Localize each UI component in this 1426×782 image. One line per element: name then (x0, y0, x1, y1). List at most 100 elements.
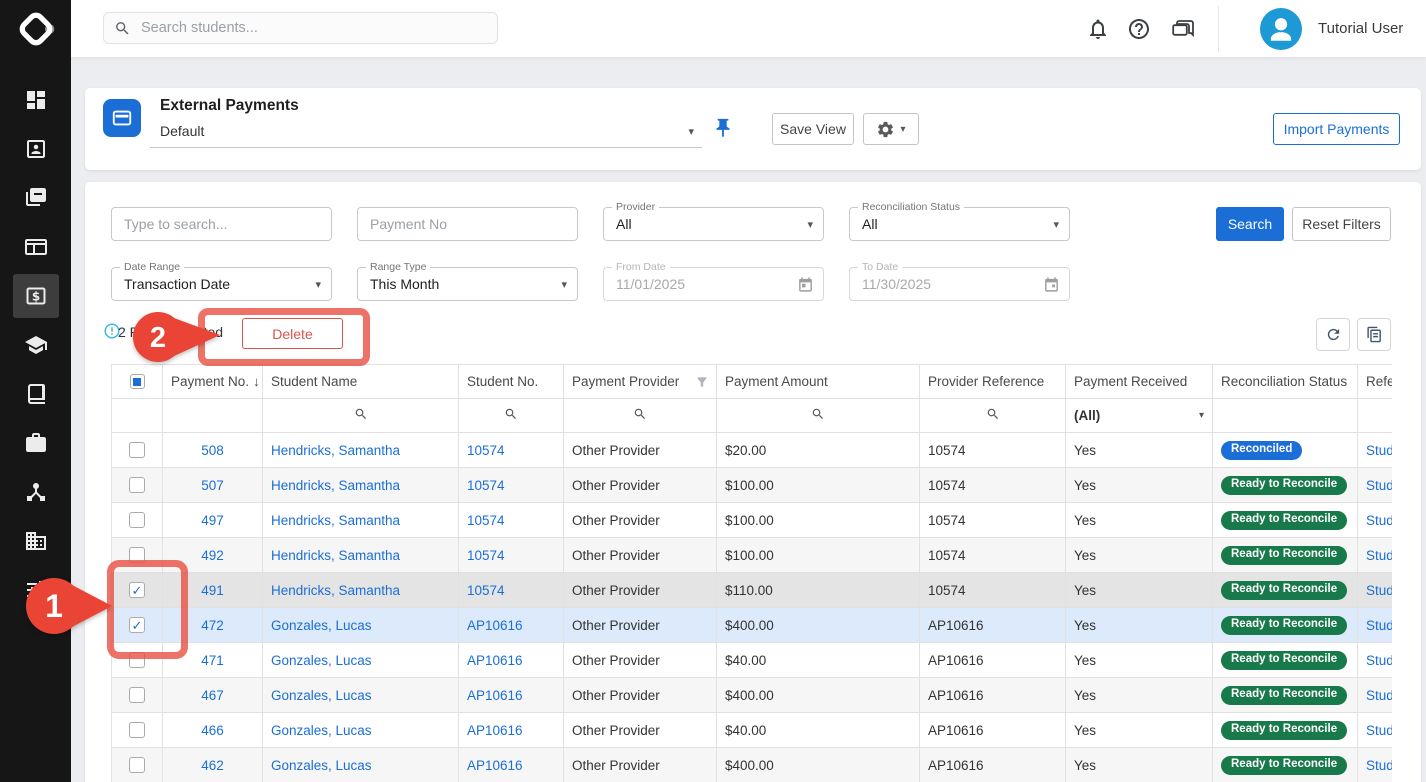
save-view-button[interactable]: Save View (772, 113, 854, 145)
payment-no-link[interactable]: 462 (201, 758, 224, 773)
filter-cell-student_no[interactable] (459, 399, 564, 433)
sidebar-item-organization[interactable] (13, 519, 59, 563)
student-no-link[interactable]: AP10616 (467, 688, 523, 703)
row-checkbox[interactable] (129, 722, 145, 738)
reconciliation-status-select[interactable]: Reconciliation Status All ▾ (849, 207, 1070, 241)
row-checkbox[interactable] (129, 757, 145, 773)
col-header-provider[interactable]: Payment Provider (564, 365, 717, 399)
reference-link[interactable]: Stude (1366, 548, 1392, 563)
row-checkbox[interactable] (129, 442, 145, 458)
student-name-link[interactable]: Hendricks, Samantha (271, 443, 400, 458)
user-name[interactable]: Tutorial User (1318, 20, 1403, 37)
refresh-button[interactable] (1316, 318, 1350, 351)
col-header-student_no[interactable]: Student No. (459, 365, 564, 399)
student-no-link[interactable]: AP10616 (467, 758, 523, 773)
view-selector[interactable]: Default ▾ (150, 118, 702, 148)
date-range-select[interactable]: Date Range Transaction Date ▾ (111, 267, 332, 301)
student-name-link[interactable]: Hendricks, Samantha (271, 478, 400, 493)
sidebar-item-dashboard[interactable] (13, 78, 59, 122)
payment-no-link[interactable]: 471 (201, 653, 224, 668)
filter-cell-student_name[interactable] (263, 399, 459, 433)
row-checkbox[interactable] (129, 477, 145, 493)
sidebar-item-academics[interactable] (13, 323, 59, 367)
col-header-amount[interactable]: Payment Amount (717, 365, 920, 399)
global-search[interactable] (103, 12, 498, 44)
student-name-link[interactable]: Gonzales, Lucas (271, 688, 372, 703)
sidebar-item-briefcase[interactable] (13, 421, 59, 465)
filter-cell-amount[interactable] (717, 399, 920, 433)
payment-no-link[interactable]: 472 (201, 618, 224, 633)
row-checkbox[interactable]: ✓ (129, 617, 145, 633)
export-copy-button[interactable] (1357, 318, 1391, 351)
student-no-link[interactable]: 10574 (467, 548, 505, 563)
grid-search-input[interactable] (111, 207, 332, 241)
sidebar-item-settings[interactable] (13, 568, 59, 612)
messages-button[interactable] (1170, 17, 1194, 41)
student-name-link[interactable]: Hendricks, Samantha (271, 513, 400, 528)
reference-link[interactable]: Stude (1366, 723, 1392, 738)
student-no-link[interactable]: AP10616 (467, 618, 523, 633)
row-checkbox[interactable] (129, 547, 145, 563)
reference-link[interactable]: Stude (1366, 618, 1392, 633)
reference-link[interactable]: Stude (1366, 758, 1392, 773)
sidebar-item-pages[interactable] (13, 176, 59, 220)
from-date-field[interactable]: From Date 11/01/2025 (603, 267, 824, 301)
student-name-link[interactable]: Gonzales, Lucas (271, 723, 372, 738)
payment-no-link[interactable]: 492 (201, 548, 224, 563)
range-type-select[interactable]: Range Type This Month ▾ (357, 267, 578, 301)
delete-button[interactable]: Delete (242, 318, 343, 349)
row-checkbox[interactable] (129, 687, 145, 703)
reference-link[interactable]: Stude (1366, 653, 1392, 668)
filter-cell-provider[interactable] (564, 399, 717, 433)
reference-link[interactable]: Stude (1366, 583, 1392, 598)
reference-link[interactable]: Stude (1366, 688, 1392, 703)
reset-filters-button[interactable]: Reset Filters (1292, 207, 1391, 241)
notifications-button[interactable] (1086, 17, 1110, 41)
import-payments-button[interactable]: Import Payments (1273, 113, 1400, 145)
student-no-link[interactable]: AP10616 (467, 723, 523, 738)
col-header-student_name[interactable]: Student Name (263, 365, 459, 399)
reference-link[interactable]: Stude (1366, 478, 1392, 493)
sidebar-item-network[interactable] (13, 470, 59, 514)
filter-cell-provider_ref[interactable] (920, 399, 1066, 433)
search-button[interactable]: Search (1216, 207, 1284, 241)
student-no-link[interactable]: 10574 (467, 443, 505, 458)
student-name-link[interactable]: Gonzales, Lucas (271, 618, 372, 633)
row-checkbox[interactable] (129, 512, 145, 528)
payment-no-input[interactable] (357, 207, 578, 241)
payment-no-link[interactable]: 507 (201, 478, 224, 493)
reference-link[interactable]: Stude (1366, 443, 1392, 458)
student-name-link[interactable]: Hendricks, Samantha (271, 548, 400, 563)
provider-select[interactable]: Provider All ▾ (603, 207, 824, 241)
row-checkbox[interactable] (129, 652, 145, 668)
col-header-status[interactable]: Reconciliation Status (1213, 365, 1358, 399)
sidebar-item-layout[interactable] (13, 225, 59, 269)
to-date-field[interactable]: To Date 11/30/2025 (849, 267, 1070, 301)
payment-no-link[interactable]: 497 (201, 513, 224, 528)
col-header-received[interactable]: Payment Received (1066, 365, 1213, 399)
student-no-link[interactable]: 10574 (467, 513, 505, 528)
payment-no-link[interactable]: 491 (201, 583, 224, 598)
student-no-link[interactable]: AP10616 (467, 653, 523, 668)
help-button[interactable] (1127, 17, 1151, 41)
col-header-provider_ref[interactable]: Provider Reference (920, 365, 1066, 399)
student-no-link[interactable]: 10574 (467, 478, 505, 493)
payment-no-link[interactable]: 508 (201, 443, 224, 458)
sidebar-item-contacts[interactable] (13, 127, 59, 171)
student-no-link[interactable]: 10574 (467, 583, 505, 598)
col-header-payment-no[interactable]: Payment No.↓ (163, 365, 263, 399)
student-name-link[interactable]: Gonzales, Lucas (271, 653, 372, 668)
user-avatar[interactable] (1260, 8, 1302, 50)
row-checkbox[interactable]: ✓ (129, 582, 145, 598)
view-settings-button[interactable]: ▾ (863, 113, 919, 145)
sidebar-item-payments[interactable]: $ (13, 274, 59, 318)
col-header-reference[interactable]: Refer (1358, 365, 1393, 399)
payment-no-link[interactable]: 467 (201, 688, 224, 703)
filter-cell-received[interactable]: (All)▾ (1066, 399, 1213, 433)
student-name-link[interactable]: Gonzales, Lucas (271, 758, 372, 773)
reference-link[interactable]: Stude (1366, 513, 1392, 528)
app-logo[interactable] (0, 0, 71, 58)
student-name-link[interactable]: Hendricks, Samantha (271, 583, 400, 598)
sidebar-item-library[interactable] (13, 372, 59, 416)
pin-view-button[interactable] (712, 117, 736, 141)
